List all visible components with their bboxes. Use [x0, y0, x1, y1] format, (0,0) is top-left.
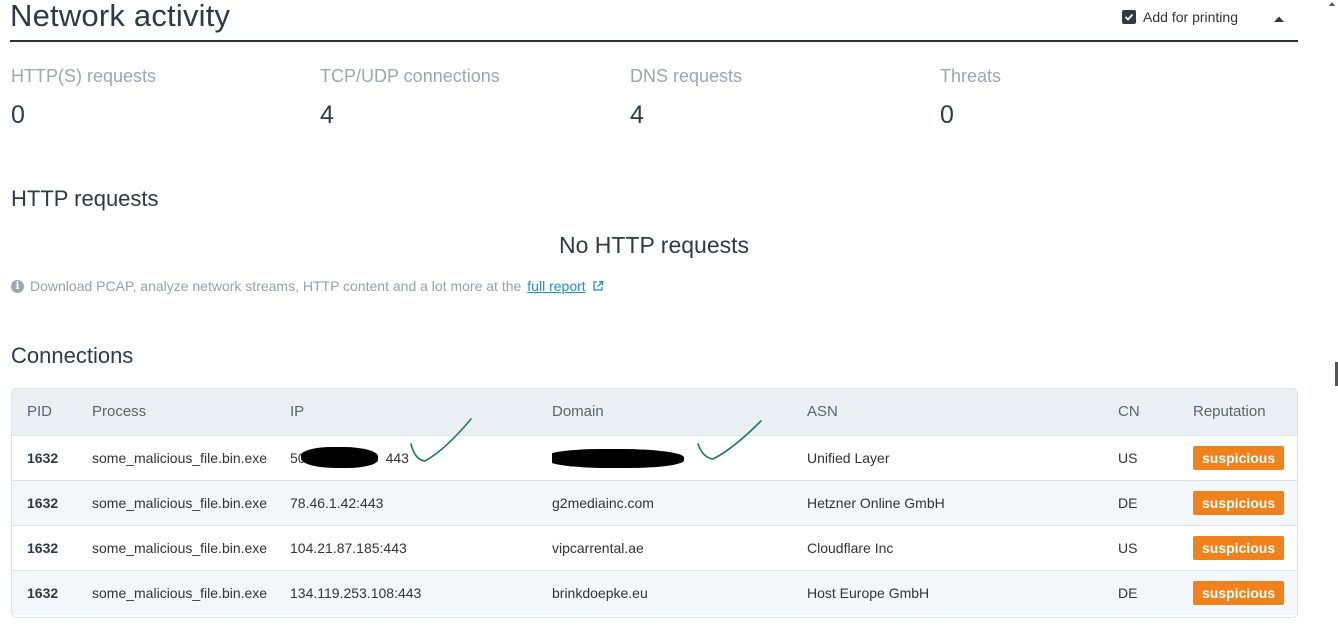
pcap-info-line: i Download PCAP, analyze network streams… [11, 278, 604, 294]
cell-reputation: suspicious [1193, 525, 1297, 570]
redacted-domain [552, 449, 692, 469]
redacted-ip: 50 443 [290, 446, 409, 468]
column-header-reputation[interactable]: Reputation [1193, 389, 1297, 435]
cell-pid: 1632 [27, 449, 59, 466]
checkmark-icon [1124, 13, 1134, 21]
table-row[interactable]: 1632 some_malicious_file.bin.exe 78.46.1… [12, 480, 1297, 525]
cell-ip: 78.46.1.42:443 [290, 494, 384, 511]
cell-pid: 1632 [27, 584, 59, 601]
stat-label: HTTP(S) requests [11, 66, 157, 86]
cell-asn: Hetzner Online GmbH [807, 494, 945, 511]
stat-label: DNS requests [630, 66, 743, 86]
cell-ip: 134.119.253.108:443 [290, 584, 422, 601]
stat-label: TCP/UDP connections [320, 66, 500, 86]
cell-asn: Unified Layer [807, 449, 890, 466]
cell-process: some_malicious_file.bin.exe [92, 449, 268, 466]
cell-domain: brinkdoepke.eu [552, 584, 648, 601]
column-header-asn[interactable]: ASN [807, 389, 1118, 435]
reputation-badge[interactable]: suspicious [1193, 535, 1285, 560]
table-row[interactable]: 1632 some_malicious_file.bin.exe 50 443 U [12, 435, 1297, 480]
stat-value: 4 [630, 101, 644, 129]
reputation-badge[interactable]: suspicious [1193, 490, 1285, 515]
cell-asn: Cloudflare Inc [807, 539, 894, 556]
table-row[interactable]: 1632 some_malicious_file.bin.exe 104.21.… [12, 525, 1297, 570]
column-header-pid[interactable]: PID [12, 389, 92, 435]
stat-value: 4 [320, 101, 334, 129]
http-requests-heading: HTTP requests [11, 186, 159, 211]
cell-cn: US [1118, 539, 1138, 556]
cell-cn: DE [1118, 494, 1138, 511]
info-icon: i [11, 279, 24, 293]
print-label: Add for printing [1143, 9, 1238, 25]
annotation-check-icon [697, 420, 762, 460]
cell-reputation: suspicious [1193, 480, 1297, 525]
cell-cn: DE [1118, 584, 1138, 601]
cell-asn: Host Europe GmbH [807, 584, 930, 601]
collapse-caret-icon[interactable] [1272, 12, 1286, 26]
scroll-up-arrow-icon[interactable] [1328, 0, 1336, 8]
page-title: Network activity [10, 0, 231, 33]
cell-process: some_malicious_file.bin.exe [92, 539, 268, 556]
table-header-row: PID Process IP Domain ASN CN Reputation [12, 389, 1297, 435]
cell-ip: 104.21.87.185:443 [290, 539, 407, 556]
network-activity-panel: Network activity Add for printing HTTP(S… [0, 0, 1338, 642]
cell-process: some_malicious_file.bin.exe [92, 494, 268, 511]
full-report-link[interactable]: full report [527, 278, 585, 294]
stat-value: 0 [11, 101, 25, 129]
connections-table: PID Process IP Domain ASN CN Reputation … [11, 388, 1298, 618]
stat-label: Threats [940, 66, 1002, 86]
redaction-scribble [301, 446, 378, 468]
cell-reputation: suspicious [1193, 570, 1297, 615]
no-http-requests-message: No HTTP requests [558, 232, 750, 258]
cell-domain: g2mediainc.com [552, 494, 654, 511]
stat-threats: Threats 0 [940, 66, 1001, 130]
redaction-scribble [552, 449, 684, 469]
external-link-icon[interactable] [592, 280, 604, 292]
cell-cn: US [1118, 449, 1138, 466]
reputation-badge[interactable]: suspicious [1193, 445, 1285, 470]
cell-reputation: suspicious [1193, 435, 1297, 480]
connections-heading: Connections [11, 343, 134, 368]
stat-value: 0 [940, 101, 954, 129]
stat-http-requests: HTTP(S) requests 0 [11, 66, 156, 130]
annotation-check-icon [410, 418, 472, 462]
cell-pid: 1632 [27, 539, 59, 556]
column-header-domain[interactable]: Domain [552, 389, 807, 435]
cell-process: some_malicious_file.bin.exe [92, 584, 268, 601]
pcap-info-text: Download PCAP, analyze network streams, … [30, 278, 522, 294]
cell-pid: 1632 [27, 494, 59, 511]
section-header: Network activity Add for printing [10, 0, 1298, 42]
cell-domain [552, 435, 807, 480]
cell-domain: vipcarrental.ae [552, 539, 644, 556]
reputation-badge[interactable]: suspicious [1193, 580, 1285, 605]
stat-tcp-udp-connections: TCP/UDP connections 4 [320, 66, 500, 130]
print-checkbox[interactable] [1122, 10, 1137, 24]
stat-dns-requests: DNS requests 4 [630, 66, 742, 130]
add-for-printing-toggle[interactable]: Add for printing [1122, 9, 1238, 25]
column-header-process[interactable]: Process [92, 389, 290, 435]
table-row[interactable]: 1632 some_malicious_file.bin.exe 134.119… [12, 570, 1297, 615]
column-header-cn[interactable]: CN [1118, 389, 1193, 435]
